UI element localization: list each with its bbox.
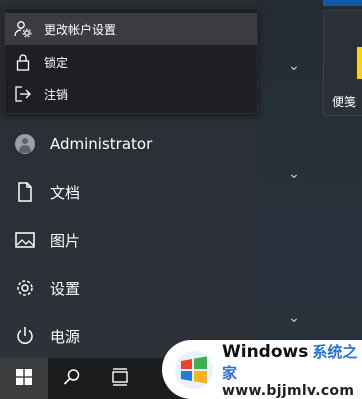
account-settings-icon bbox=[14, 20, 32, 38]
user-account-menu: 更改帐户设置 锁定 注销 bbox=[4, 8, 258, 114]
sticky-notes-icon bbox=[357, 47, 362, 79]
gear-icon bbox=[14, 277, 36, 299]
nav-label-power: 电源 bbox=[50, 327, 81, 346]
user-name-label: Administrator bbox=[50, 135, 153, 153]
windows-flag-logo-icon bbox=[174, 350, 214, 390]
nav-label-settings: 设置 bbox=[50, 279, 81, 298]
nav-label-pictures: 图片 bbox=[50, 231, 81, 250]
menu-item-lock[interactable]: 锁定 bbox=[5, 46, 257, 78]
sign-out-icon bbox=[14, 85, 32, 103]
task-view-icon bbox=[110, 367, 130, 390]
lock-icon bbox=[14, 53, 32, 71]
chevron-down-icon[interactable]: ⌄ bbox=[284, 310, 304, 326]
watermark-url: www.bjjmlv.com bbox=[222, 382, 355, 399]
nav-item-documents[interactable]: 文档 bbox=[0, 168, 257, 216]
nav-label-documents: 文档 bbox=[50, 183, 81, 202]
document-icon bbox=[14, 181, 36, 203]
nav-item-pictures[interactable]: 图片 bbox=[0, 216, 257, 264]
picture-icon bbox=[14, 229, 36, 251]
watermark-badge: Windows 系统之家 www.bjjmlv.com bbox=[162, 340, 362, 399]
tiles-area: 便笺 ⌄ ⌄ ⌄ bbox=[257, 0, 362, 358]
chevron-down-icon[interactable]: ⌄ bbox=[284, 58, 304, 74]
tile-sticky-notes[interactable]: 便笺 bbox=[323, 10, 362, 116]
windows-logo-icon bbox=[16, 368, 32, 389]
search-icon bbox=[63, 368, 81, 390]
start-button[interactable] bbox=[0, 358, 48, 399]
chevron-down-icon[interactable]: ⌄ bbox=[284, 166, 304, 182]
menu-label-change-account-settings: 更改帐户设置 bbox=[44, 22, 117, 37]
menu-item-change-account-settings[interactable]: 更改帐户设置 bbox=[5, 13, 257, 45]
avatar bbox=[14, 133, 36, 155]
tile-top-partial[interactable] bbox=[323, 0, 362, 6]
nav-item-user[interactable]: Administrator bbox=[0, 120, 257, 168]
menu-label-sign-out: 注销 bbox=[44, 87, 69, 102]
menu-label-lock: 锁定 bbox=[44, 55, 69, 70]
search-button[interactable] bbox=[48, 358, 96, 399]
nav-item-settings[interactable]: 设置 bbox=[0, 264, 257, 312]
menu-item-sign-out[interactable]: 注销 bbox=[5, 78, 257, 110]
watermark-title-en: Windows bbox=[222, 341, 309, 362]
task-view-button[interactable] bbox=[96, 358, 144, 399]
watermark-title: Windows 系统之家 bbox=[222, 341, 362, 383]
power-icon bbox=[14, 325, 36, 347]
tile-label-sticky-notes: 便笺 bbox=[332, 95, 357, 109]
